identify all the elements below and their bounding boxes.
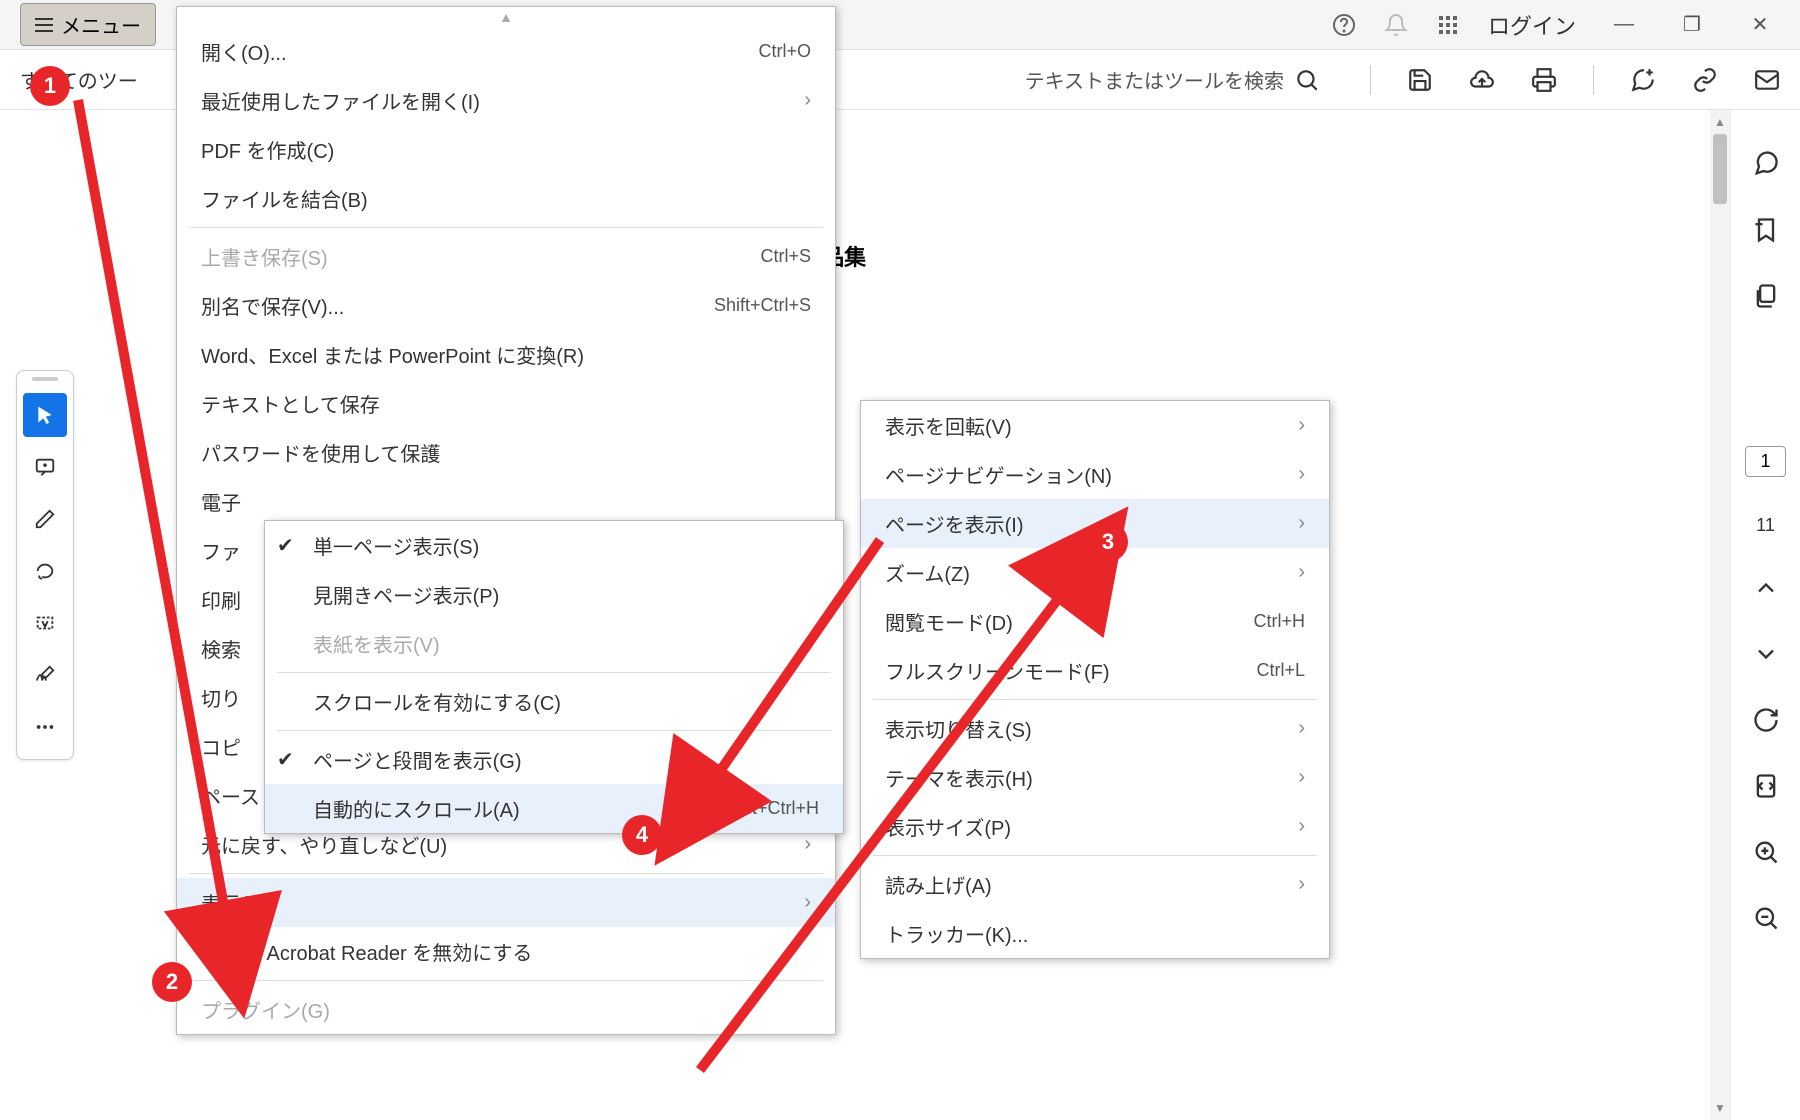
- menu-tracker[interactable]: トラッカー(K)...: [861, 909, 1329, 958]
- scroll-down-button[interactable]: ▼: [1710, 1096, 1730, 1120]
- fit-width-icon[interactable]: [1752, 772, 1780, 800]
- menu-auto-scroll[interactable]: 自動的にスクロール(A)Shift+Ctrl+H: [265, 784, 843, 833]
- menu-display-size[interactable]: 表示サイズ(P)›: [861, 802, 1329, 851]
- menu-view[interactable]: 表示(W)›: [177, 878, 835, 927]
- menu-save-text[interactable]: テキストとして保存: [177, 379, 835, 428]
- page-up-icon[interactable]: [1752, 574, 1780, 602]
- signature-tool[interactable]: [23, 653, 67, 697]
- menu-open[interactable]: 開く(O)...Ctrl+O: [177, 27, 835, 76]
- menu-button-label: メニュー: [61, 10, 141, 39]
- text-select-tool[interactable]: [23, 601, 67, 645]
- menu-page-nav[interactable]: ページナビゲーション(N)›: [861, 450, 1329, 499]
- search-icon[interactable]: [1294, 67, 1320, 93]
- tool-panel: [16, 370, 74, 760]
- mail-icon[interactable]: [1754, 67, 1780, 93]
- menu-page-breaks[interactable]: ✔ページと段間を表示(G): [265, 735, 843, 784]
- menu-export-office[interactable]: Word、Excel または PowerPoint に変換(R): [177, 330, 835, 379]
- menu-create-pdf[interactable]: PDF を作成(C): [177, 125, 835, 174]
- page-display-submenu: ✔単一ページ表示(S) 見開きページ表示(P) 表紙を表示(V) スクロールを有…: [264, 520, 844, 834]
- comment-tool[interactable]: [23, 445, 67, 489]
- scroll-thumb[interactable]: [1713, 134, 1727, 204]
- menu-read-mode[interactable]: 閲覧モード(D)Ctrl+H: [861, 597, 1329, 646]
- annotation-badge-2: 2: [152, 962, 192, 1002]
- menu-button[interactable]: メニュー: [20, 3, 156, 46]
- rotate-icon[interactable]: [1752, 706, 1780, 734]
- annotation-badge-4: 4: [622, 815, 662, 855]
- menu-single-page[interactable]: ✔単一ページ表示(S): [265, 521, 843, 570]
- view-submenu: 表示を回転(V)› ページナビゲーション(N)› ページを表示(I)› ズーム(…: [860, 400, 1330, 959]
- menu-save-as[interactable]: 別名で保存(V)...Shift+Ctrl+S: [177, 281, 835, 330]
- annotation-badge-3: 3: [1088, 522, 1128, 562]
- menu-protect[interactable]: パスワードを使用して保護: [177, 428, 835, 477]
- pencil-tool[interactable]: [23, 497, 67, 541]
- comment-add-icon[interactable]: [1630, 67, 1656, 93]
- menu-enable-scroll[interactable]: スクロールを有効にする(C): [265, 677, 843, 726]
- close-button[interactable]: ✕: [1740, 12, 1780, 37]
- search-placeholder[interactable]: テキストまたはツールを検索: [1025, 65, 1284, 94]
- menu-disable-new[interactable]: 新しい Acrobat Reader を無効にする: [177, 927, 835, 976]
- bookmark-icon[interactable]: [1752, 216, 1780, 244]
- zoom-in-icon[interactable]: [1752, 838, 1780, 866]
- page-current[interactable]: 1: [1745, 446, 1785, 477]
- panel-grip[interactable]: [32, 377, 58, 381]
- menu-toggle[interactable]: 表示切り替え(S)›: [861, 704, 1329, 753]
- menu-theme[interactable]: テーマを表示(H)›: [861, 753, 1329, 802]
- chat-icon[interactable]: [1752, 150, 1780, 178]
- menu-plugin[interactable]: プラグイン(G): [177, 985, 835, 1034]
- menu-scroll-up[interactable]: ▲: [177, 7, 835, 27]
- help-icon[interactable]: [1332, 13, 1356, 37]
- zoom-out-icon[interactable]: [1752, 904, 1780, 932]
- print-icon[interactable]: [1531, 67, 1557, 93]
- page-down-icon[interactable]: [1752, 640, 1780, 668]
- annotation-badge-1: 1: [30, 66, 70, 106]
- menu-save: 上書き保存(S)Ctrl+S: [177, 232, 835, 281]
- link-icon[interactable]: [1692, 67, 1718, 93]
- menu-recent[interactable]: 最近使用したファイルを開く(I)›: [177, 76, 835, 125]
- lasso-tool[interactable]: [23, 549, 67, 593]
- minimize-button[interactable]: —: [1604, 13, 1644, 36]
- menu-spread[interactable]: 見開きページ表示(P): [265, 570, 843, 619]
- divider: [1370, 65, 1371, 95]
- menu-combine[interactable]: ファイルを結合(B): [177, 174, 835, 223]
- menu-rotate-view[interactable]: 表示を回転(V)›: [861, 401, 1329, 450]
- menu-read-aloud[interactable]: 読み上げ(A)›: [861, 860, 1329, 909]
- scroll-up-button[interactable]: ▲: [1710, 110, 1730, 134]
- menu-fullscreen[interactable]: フルスクリーンモード(F)Ctrl+L: [861, 646, 1329, 695]
- save-icon[interactable]: [1407, 67, 1433, 93]
- more-tools[interactable]: [23, 705, 67, 749]
- page-total: 11: [1756, 515, 1775, 536]
- bell-icon[interactable]: [1384, 13, 1408, 37]
- apps-icon[interactable]: [1436, 13, 1460, 37]
- pages-icon[interactable]: [1752, 282, 1780, 310]
- hamburger-icon: [35, 18, 53, 32]
- select-tool[interactable]: [23, 393, 67, 437]
- vertical-scrollbar[interactable]: ▲ ▼: [1710, 110, 1730, 1120]
- menu-cover: 表紙を表示(V): [265, 619, 843, 668]
- login-link[interactable]: ログイン: [1488, 9, 1576, 41]
- cloud-upload-icon[interactable]: [1469, 67, 1495, 93]
- divider: [1593, 65, 1594, 95]
- maximize-button[interactable]: ❐: [1672, 12, 1712, 37]
- menu-digital[interactable]: 電子: [177, 477, 835, 526]
